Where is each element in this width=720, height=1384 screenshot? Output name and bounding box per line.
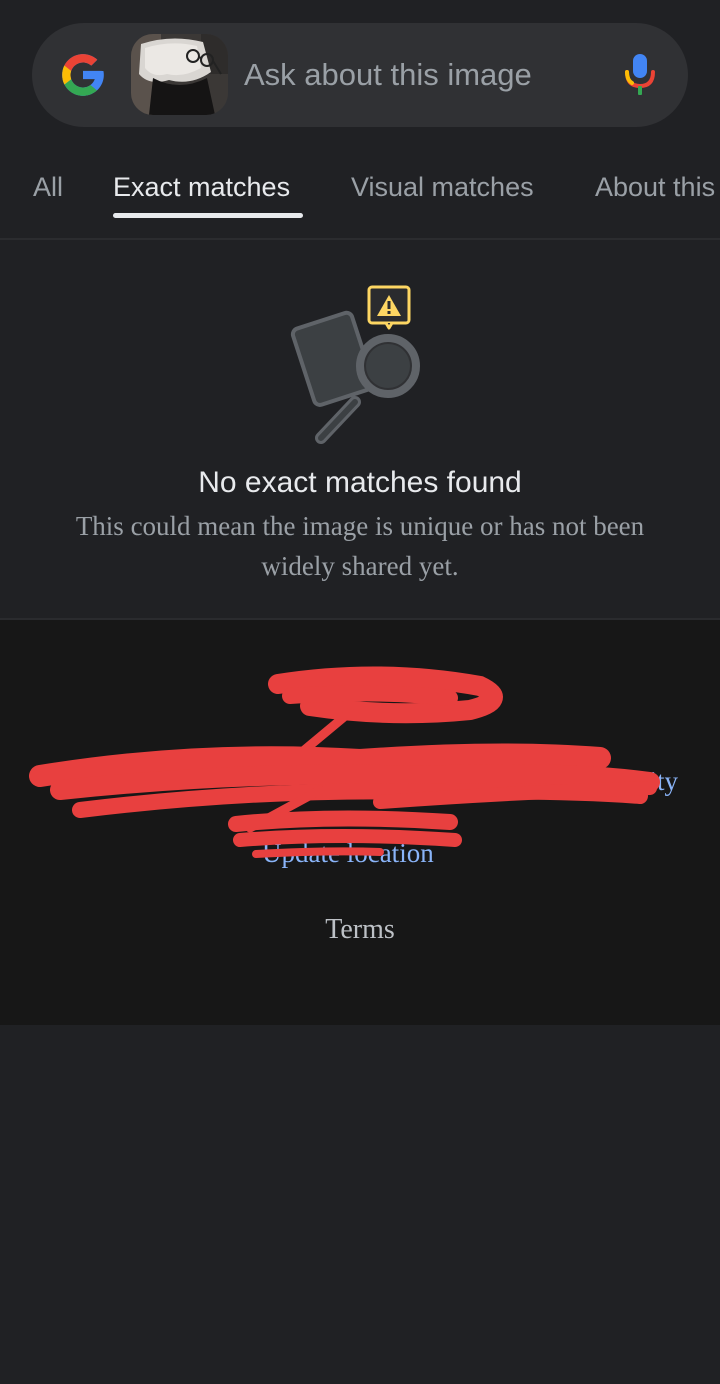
search-document-warning-icon <box>290 285 420 444</box>
google-g-icon[interactable] <box>58 50 108 100</box>
update-location-link[interactable]: Update location <box>262 838 434 869</box>
redaction-scribble <box>29 666 660 858</box>
footer-activity-link[interactable]: vity <box>636 766 678 797</box>
query-image-thumbnail[interactable] <box>131 34 228 115</box>
tabs-divider <box>0 238 720 240</box>
empty-state-title: No exact matches found <box>198 466 522 499</box>
query-image-photo <box>131 34 228 115</box>
search-input[interactable] <box>244 52 604 98</box>
results-tab-bar: All Exact matches Visual matches About t… <box>0 150 720 240</box>
tab-all[interactable]: All <box>33 172 63 203</box>
tab-visual-matches[interactable]: Visual matches <box>351 172 534 203</box>
terms-link[interactable]: Terms <box>0 914 720 946</box>
microphone-icon[interactable] <box>619 52 661 98</box>
tab-about-this-image[interactable]: About this image <box>595 172 720 203</box>
active-tab-indicator <box>113 213 303 218</box>
tab-exact-matches[interactable]: Exact matches <box>113 172 290 203</box>
warning-icon <box>367 285 411 330</box>
footer: vity Update location Terms <box>0 618 720 1025</box>
empty-state-description: This could mean the image is unique or h… <box>75 511 645 581</box>
